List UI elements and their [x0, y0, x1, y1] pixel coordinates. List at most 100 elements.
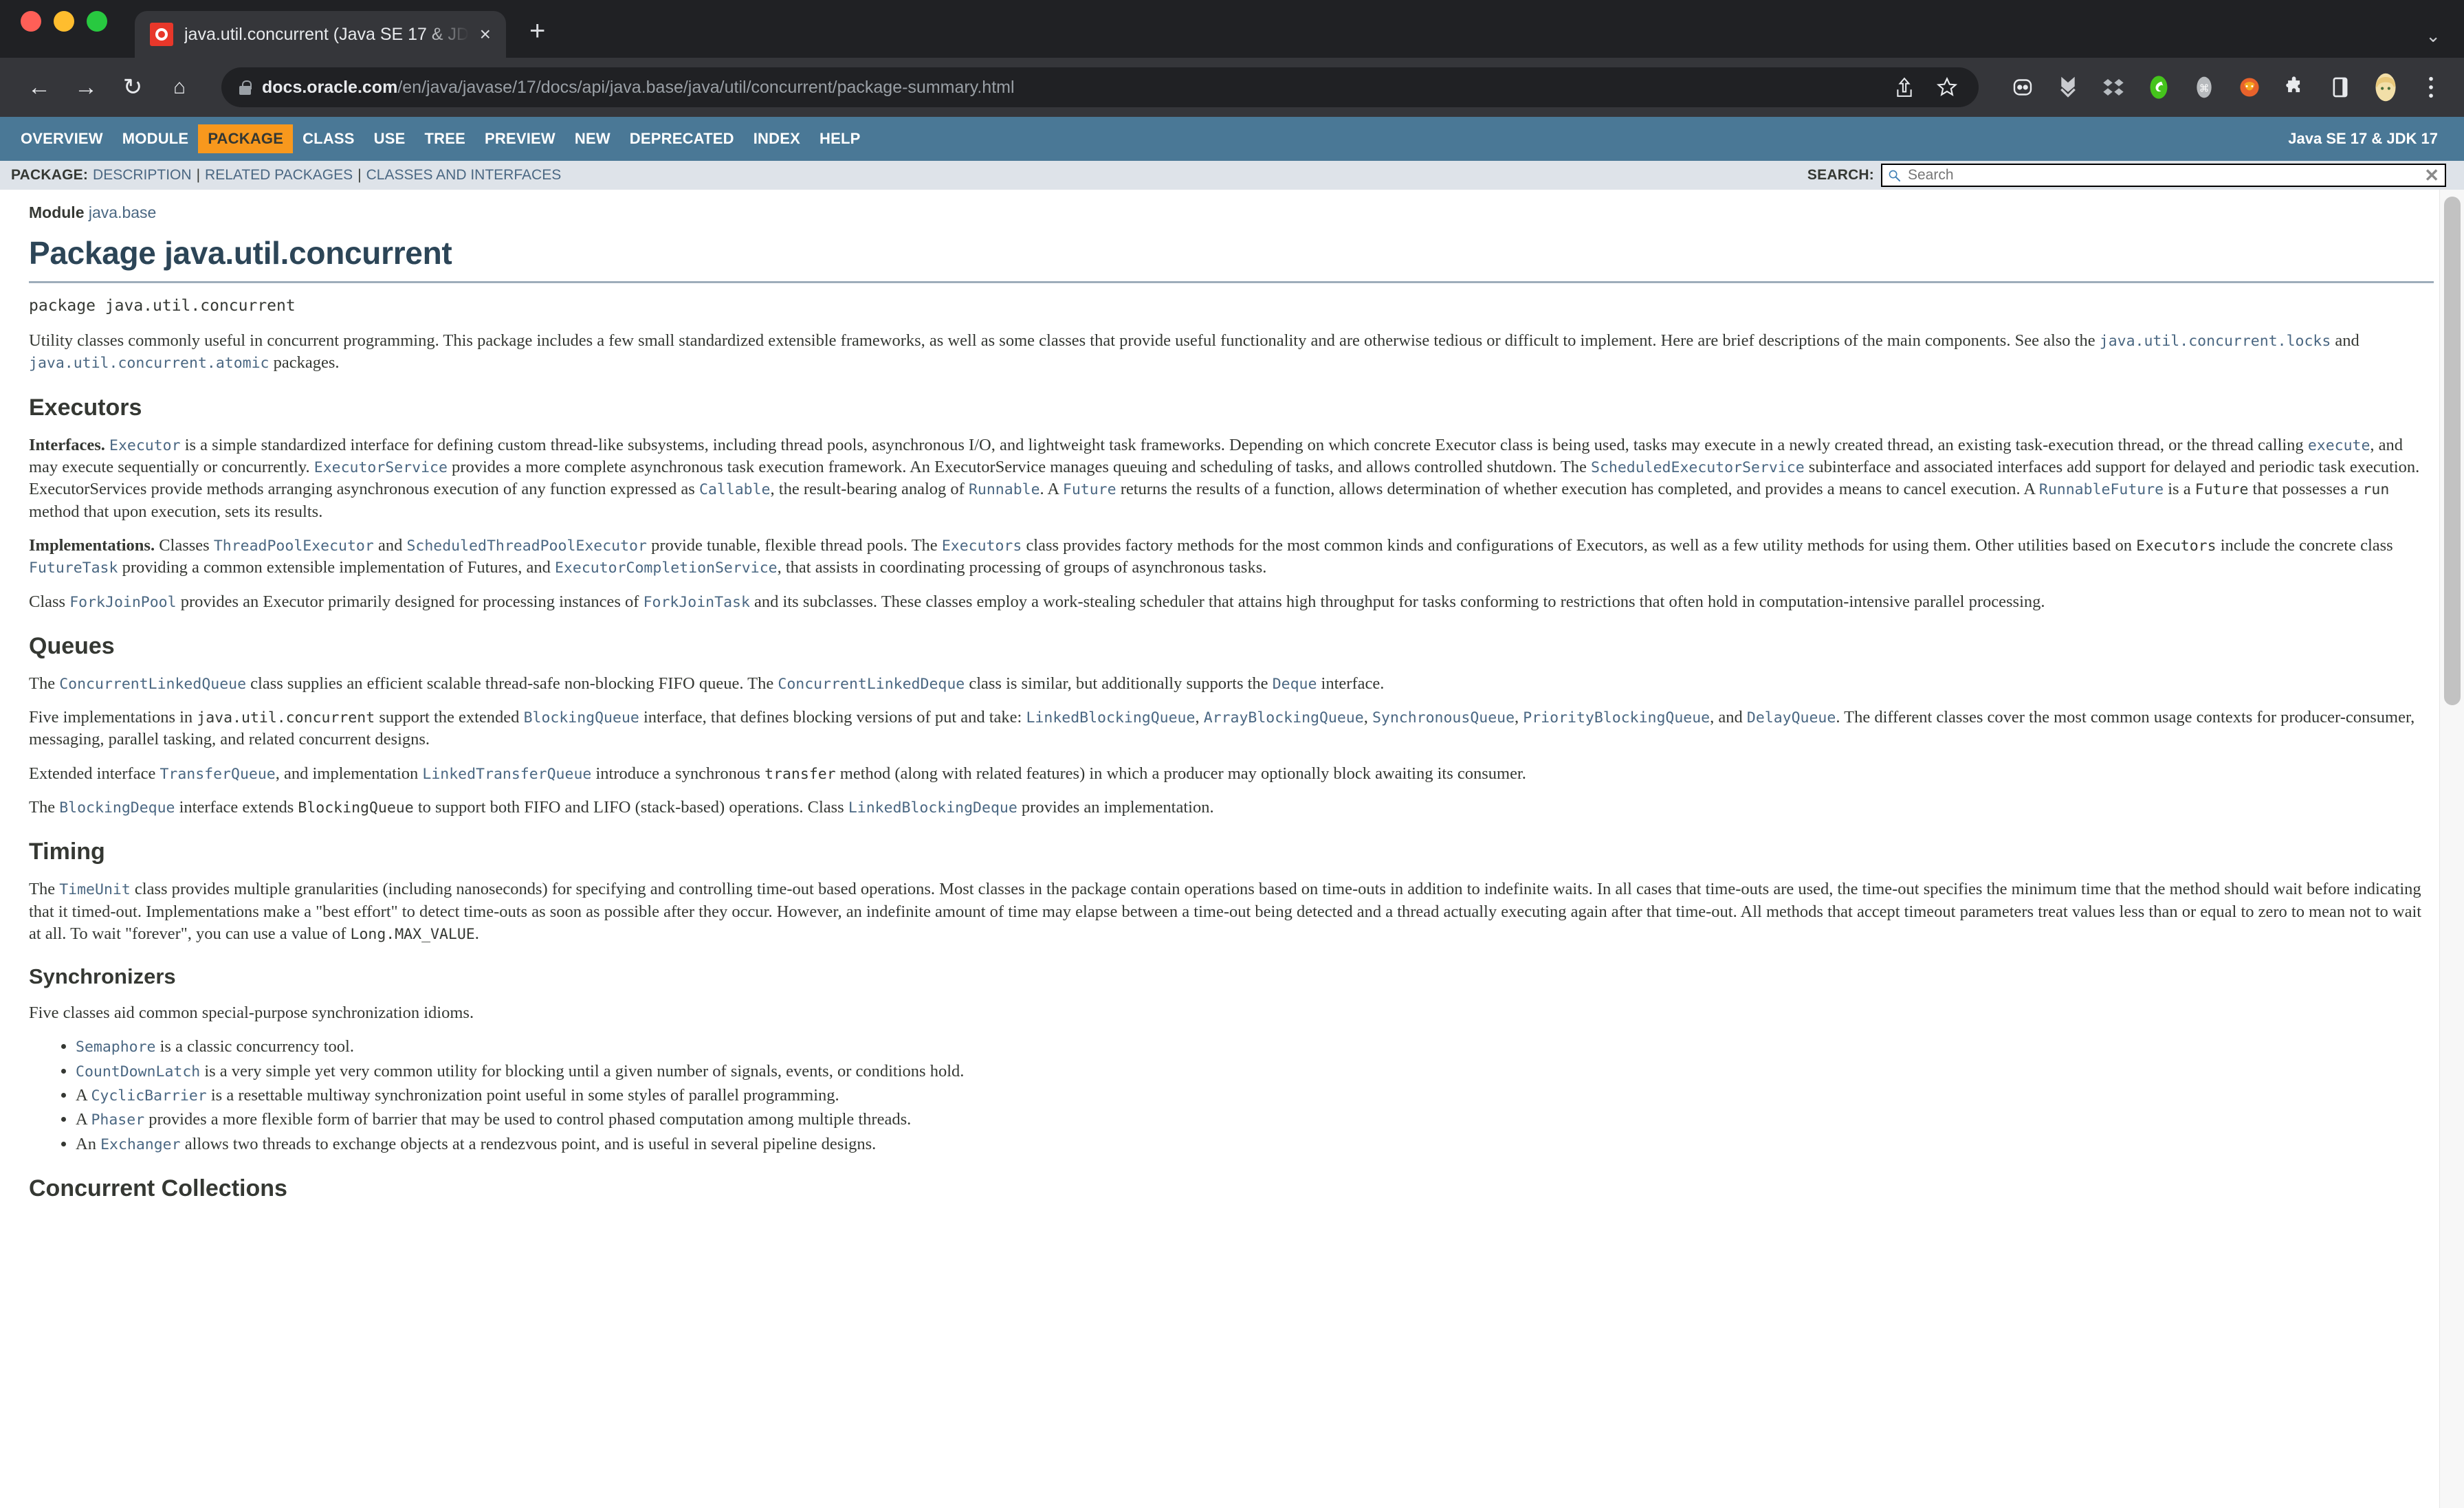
link-executorcompletionservice[interactable]: ExecutorCompletionService — [555, 559, 778, 577]
link-exchanger[interactable]: Exchanger — [100, 1136, 181, 1153]
link-concurrentlinkeddeque[interactable]: ConcurrentLinkedDeque — [778, 676, 965, 693]
link-runnable[interactable]: Runnable — [969, 481, 1040, 498]
link-priorityblockingqueue[interactable]: PriorityBlockingQueue — [1523, 709, 1710, 727]
link-executorservice[interactable]: ExecutorService — [314, 459, 448, 476]
link-concurrentlinkedqueue[interactable]: ConcurrentLinkedQueue — [59, 676, 246, 693]
new-tab-button[interactable]: + — [529, 16, 545, 58]
dropbox-icon[interactable] — [2100, 74, 2127, 101]
link-scheduledthreadpoolexecutor[interactable]: ScheduledThreadPoolExecutor — [406, 537, 647, 555]
puzzle-extensions-icon[interactable] — [2281, 74, 2309, 101]
module-link[interactable]: java.base — [89, 203, 156, 221]
t: . — [474, 924, 479, 943]
nav-item-preview[interactable]: PREVIEW — [475, 124, 565, 153]
link-runnablefuture[interactable]: RunnableFuture — [2039, 481, 2164, 498]
nav-item-help[interactable]: HELP — [810, 124, 870, 153]
link-futuretask[interactable]: FutureTask — [29, 559, 118, 577]
nav-item-tree[interactable]: TREE — [415, 124, 475, 153]
link-transferqueue[interactable]: TransferQueue — [160, 766, 275, 783]
chrome-menu-icon[interactable] — [2417, 74, 2445, 101]
javadoc-nav-list: OVERVIEW MODULE PACKAGE CLASS USE TREE P… — [11, 124, 870, 153]
extension-chevron-icon[interactable] — [2054, 74, 2082, 101]
minimize-window-button[interactable] — [54, 11, 74, 32]
browser-tab[interactable]: java.util.concurrent (Java SE 17 & JDK 1… — [135, 11, 506, 58]
nav-item-new[interactable]: NEW — [565, 124, 620, 153]
subnav-link-related-packages[interactable]: RELATED PACKAGES — [200, 167, 358, 184]
nav-item-package[interactable]: PACKAGE — [198, 124, 294, 153]
link-callable[interactable]: Callable — [699, 481, 771, 498]
nav-item-use[interactable]: USE — [364, 124, 415, 153]
t: The — [29, 798, 60, 817]
t: , the result-bearing analog of — [770, 480, 969, 499]
nav-item-deprecated[interactable]: DEPRECATED — [620, 124, 744, 153]
bookmark-star-icon[interactable] — [1933, 74, 1961, 101]
link-semaphore[interactable]: Semaphore — [76, 1039, 156, 1056]
maximize-window-button[interactable] — [87, 11, 107, 32]
link-blockingdeque[interactable]: BlockingDeque — [59, 799, 175, 817]
close-tab-icon[interactable]: × — [480, 25, 491, 44]
close-window-button[interactable] — [21, 11, 41, 32]
link-phaser[interactable]: Phaser — [91, 1111, 144, 1129]
nav-item-overview[interactable]: OVERVIEW — [11, 124, 113, 153]
nav-item-index[interactable]: INDEX — [744, 124, 810, 153]
link-forkjointask[interactable]: ForkJoinTask — [644, 594, 750, 611]
link-java-util-concurrent-atomic[interactable]: java.util.concurrent.atomic — [29, 355, 270, 372]
profile-avatar-icon[interactable] — [2372, 73, 2399, 102]
link-forkjoinpool[interactable]: ForkJoinPool — [69, 594, 176, 611]
nav-item-module[interactable]: MODULE — [113, 124, 199, 153]
nav-item-class[interactable]: CLASS — [293, 124, 364, 153]
firefox-icon[interactable] — [2236, 74, 2263, 101]
executors-forkjoin-paragraph: Class ForkJoinPool provides an Executor … — [29, 591, 2434, 613]
code-long-max-value: Long.MAX_VALUE — [350, 925, 475, 943]
subnav-link-description[interactable]: DESCRIPTION — [88, 167, 197, 184]
queues-paragraph-2: Five implementations in java.util.concur… — [29, 707, 2434, 751]
section-heading-queues: Queues — [29, 632, 115, 659]
link-synchronousqueue[interactable]: SynchronousQueue — [1372, 709, 1515, 727]
chevron-down-icon[interactable]: ⌄ — [2426, 25, 2441, 47]
package-description: Utility classes commonly useful in concu… — [29, 330, 2434, 1204]
url-domain: docs.oracle.com — [262, 77, 398, 97]
link-countdownlatch[interactable]: CountDownLatch — [76, 1063, 200, 1080]
command-icon[interactable]: ⌘ — [2190, 74, 2218, 101]
reload-button[interactable]: ↻ — [113, 76, 153, 99]
link-linkedtransferqueue[interactable]: LinkedTransferQueue — [422, 766, 591, 783]
link-future[interactable]: Future — [1063, 481, 1116, 498]
link-scheduledexecutorservice[interactable]: ScheduledExecutorService — [1591, 459, 1805, 476]
t: is a resettable multiway synchronization… — [206, 1086, 839, 1105]
link-timeunit[interactable]: TimeUnit — [59, 881, 131, 898]
link-threadpoolexecutor[interactable]: ThreadPoolExecutor — [214, 537, 374, 555]
link-execute[interactable]: execute — [2308, 437, 2370, 454]
link-blockingqueue[interactable]: BlockingQueue — [524, 709, 639, 727]
scrollbar-thumb[interactable] — [2444, 197, 2461, 705]
evernote-icon[interactable] — [2145, 74, 2172, 101]
link-executor[interactable]: Executor — [109, 437, 181, 454]
code-java-util-concurrent: java.util.concurrent — [197, 709, 375, 727]
link-deque[interactable]: Deque — [1273, 676, 1317, 693]
address-bar[interactable]: docs.oracle.com/en/java/javase/17/docs/a… — [221, 67, 1979, 107]
browser-toolbar: ← → ↻ ⌂ docs.oracle.com/en/java/javase/1… — [0, 58, 2464, 117]
link-linkedblockingdeque[interactable]: LinkedBlockingDeque — [848, 799, 1018, 817]
back-button[interactable]: ← — [19, 76, 59, 99]
t: The — [29, 880, 60, 899]
t: include the concrete class — [2216, 535, 2393, 555]
link-arrayblockingqueue[interactable]: ArrayBlockingQueue — [1204, 709, 1364, 727]
t: providing a common extensible implementa… — [118, 558, 555, 577]
forward-button[interactable]: → — [66, 76, 106, 99]
t: and — [373, 535, 407, 555]
sidepanel-icon[interactable] — [2326, 74, 2354, 101]
link-delayqueue[interactable]: DelayQueue — [1747, 709, 1836, 727]
search-input[interactable] — [1906, 166, 2419, 184]
extension-goggles-icon[interactable] — [2009, 74, 2036, 101]
subnav-link-classes-and-interfaces[interactable]: CLASSES AND INTERFACES — [362, 167, 566, 184]
link-java-util-concurrent-locks[interactable]: java.util.concurrent.locks — [2100, 333, 2331, 350]
link-linkedblockingqueue[interactable]: LinkedBlockingQueue — [1026, 709, 1195, 727]
list-item: An Exchanger allows two threads to excha… — [76, 1133, 2434, 1155]
t: The — [29, 674, 60, 693]
search-reset-icon[interactable]: ✕ — [2424, 166, 2439, 184]
t: Five implementations in — [29, 708, 197, 727]
home-button[interactable]: ⌂ — [160, 77, 199, 98]
share-icon[interactable] — [1891, 74, 1918, 101]
link-executors[interactable]: Executors — [942, 537, 1022, 555]
link-cyclicbarrier[interactable]: CyclicBarrier — [91, 1087, 206, 1105]
search-box[interactable]: ✕ — [1881, 164, 2446, 187]
vertical-scrollbar[interactable] — [2439, 190, 2464, 1508]
